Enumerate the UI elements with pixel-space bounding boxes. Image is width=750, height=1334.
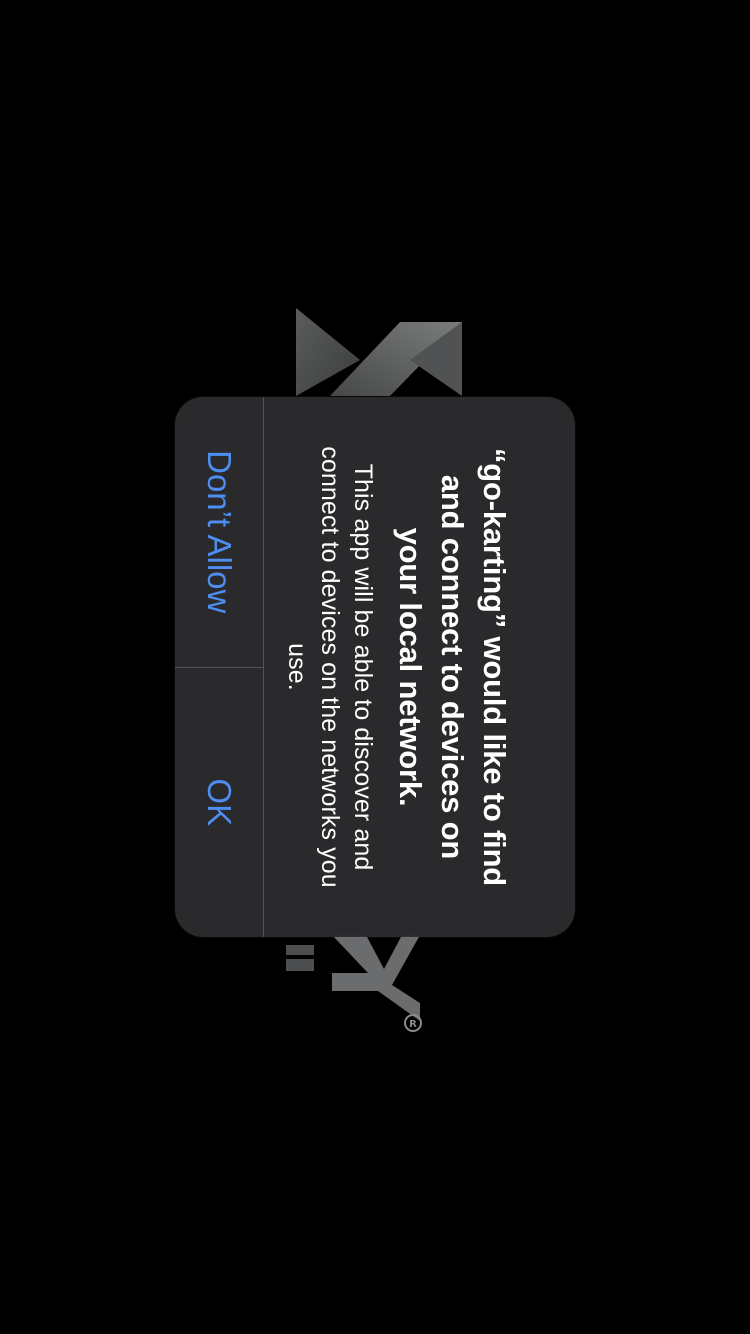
alert-title: “go-karting” would like to find and conn… — [393, 447, 512, 887]
app-logo-icon — [296, 308, 462, 396]
alert-message: This app will be able to discover and co… — [283, 446, 377, 888]
dont-allow-button[interactable]: Don’t Allow — [175, 397, 263, 667]
local-network-permission-alert: “go-karting” would like to find and conn… — [175, 397, 575, 937]
registered-mark-icon: R — [404, 1014, 422, 1032]
alert-body: “go-karting” would like to find and conn… — [263, 397, 575, 937]
svg-text:R: R — [409, 1019, 417, 1030]
alert-actions: Don’t Allow OK — [175, 397, 264, 937]
ok-button[interactable]: OK — [175, 666, 263, 937]
